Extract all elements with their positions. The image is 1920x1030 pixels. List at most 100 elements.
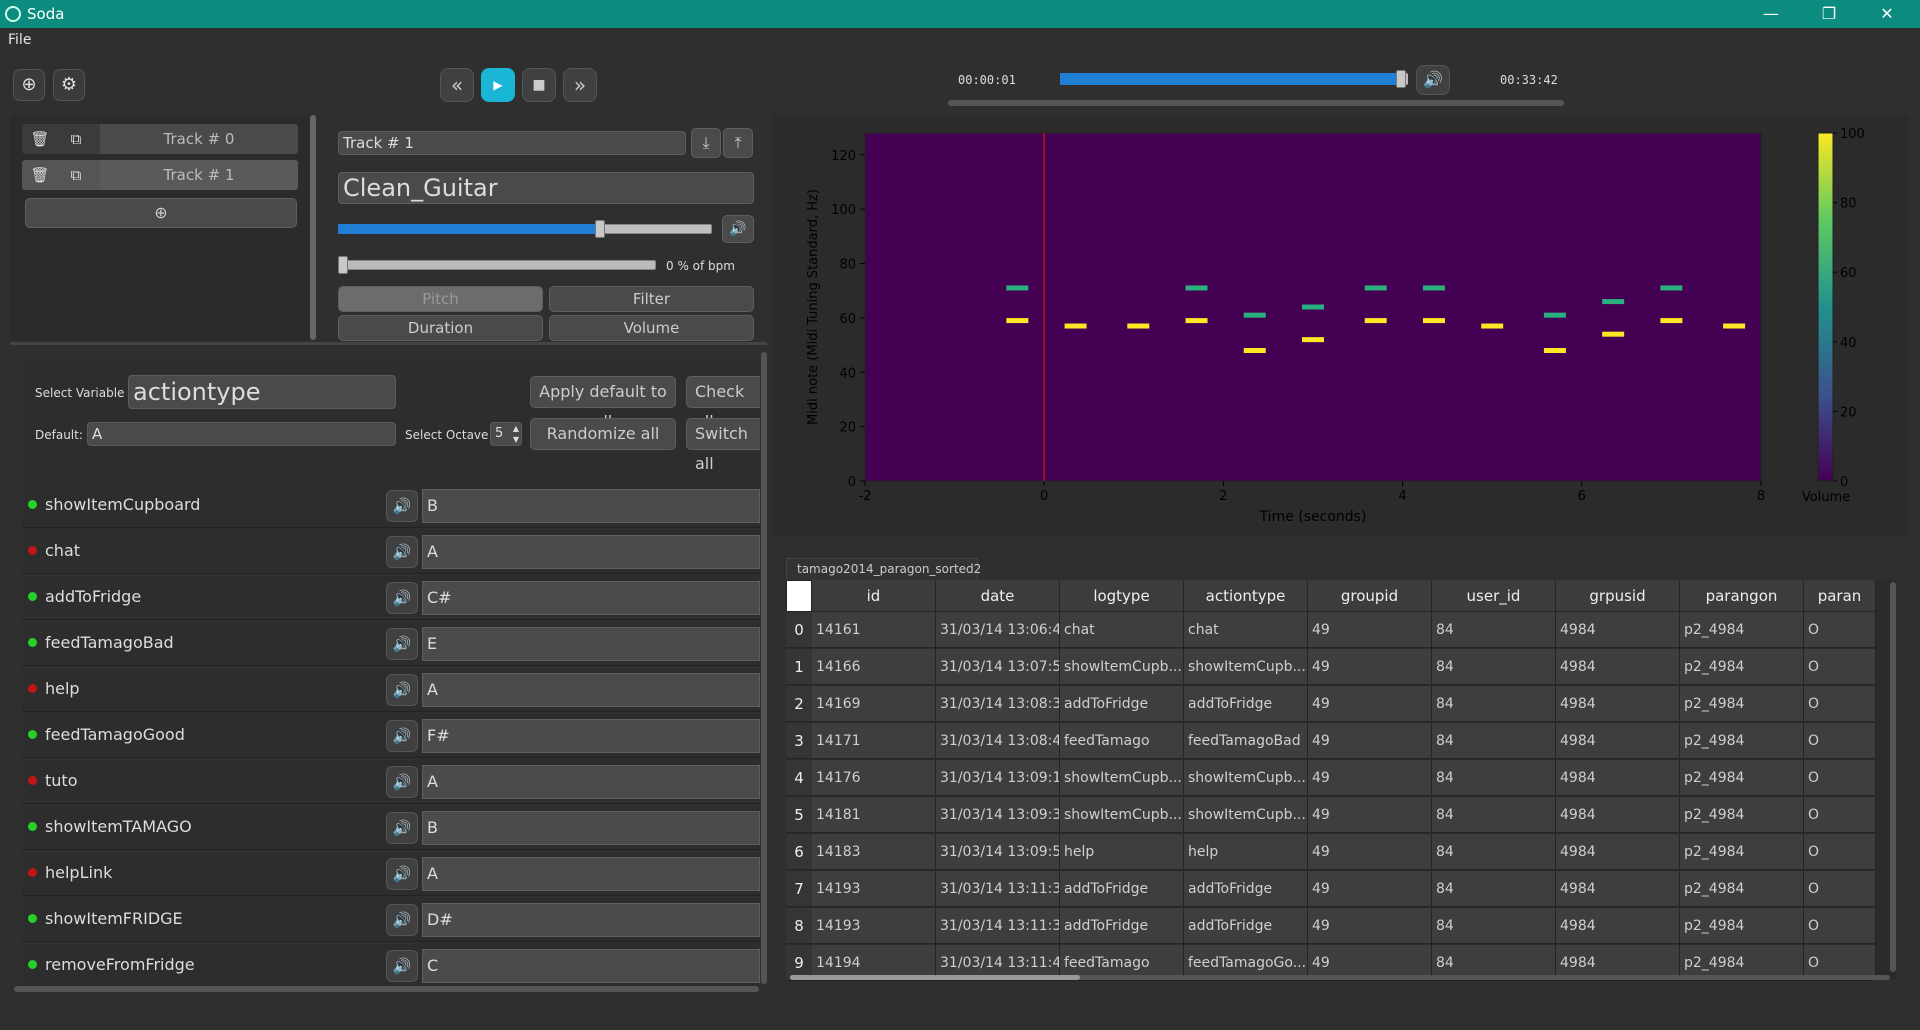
track-volume-handle[interactable] bbox=[594, 220, 605, 238]
table-cell[interactable]: showItemCupb... bbox=[1184, 797, 1308, 833]
status-dot[interactable] bbox=[28, 960, 37, 969]
track-row-0[interactable]: 🗑 ⧉ Track # 0 bbox=[22, 124, 298, 154]
note-field[interactable]: B bbox=[422, 811, 760, 845]
table-cell[interactable]: 4984 bbox=[1556, 612, 1680, 648]
bpm-handle[interactable] bbox=[338, 256, 348, 274]
randomize-all-button[interactable]: Randomize all bbox=[530, 418, 676, 450]
volume-button[interactable]: Volume bbox=[549, 315, 754, 341]
table-cell[interactable]: showItemCupb... bbox=[1184, 760, 1308, 796]
pitch-button[interactable]: Pitch bbox=[338, 286, 543, 312]
speaker-icon[interactable]: 🔊 bbox=[386, 582, 418, 614]
speaker-icon[interactable]: 🔊 bbox=[386, 812, 418, 844]
table-cell[interactable]: 84 bbox=[1432, 797, 1556, 833]
speaker-icon[interactable]: 🔊 bbox=[386, 858, 418, 890]
status-dot[interactable] bbox=[28, 868, 37, 877]
table-cell[interactable]: 49 bbox=[1308, 871, 1432, 907]
panel-splitter[interactable] bbox=[10, 342, 767, 345]
speaker-icon[interactable]: 🔊 bbox=[386, 720, 418, 752]
stop-button[interactable]: ■ bbox=[522, 68, 556, 102]
row-header[interactable]: 5 bbox=[786, 797, 812, 833]
column-header[interactable]: user_id bbox=[1432, 580, 1556, 612]
table-cell[interactable]: help bbox=[1184, 834, 1308, 870]
close-button[interactable]: ✕ bbox=[1864, 0, 1910, 28]
speaker-icon[interactable]: 🔊 bbox=[386, 766, 418, 798]
table-cell[interactable]: 49 bbox=[1308, 797, 1432, 833]
table-cell[interactable]: showItemCupb... bbox=[1060, 760, 1184, 796]
table-cell[interactable]: 84 bbox=[1432, 686, 1556, 722]
default-note-field[interactable]: A bbox=[87, 422, 396, 446]
table-cell[interactable]: 14181 bbox=[812, 797, 936, 833]
table-cell[interactable]: 14193 bbox=[812, 908, 936, 944]
status-dot[interactable] bbox=[28, 730, 37, 739]
add-track-icon[interactable]: ⊕ bbox=[13, 69, 45, 101]
table-cell[interactable]: O bbox=[1804, 834, 1876, 870]
column-header[interactable]: paran bbox=[1804, 580, 1876, 612]
table-cell[interactable]: 31/03/14 13:08:33 bbox=[936, 686, 1060, 722]
column-header[interactable]: parangon bbox=[1680, 580, 1804, 612]
table-cell[interactable]: 31/03/14 13:07:53 bbox=[936, 649, 1060, 685]
settings-gear-icon[interactable]: ⚙ bbox=[53, 69, 85, 101]
table-cell[interactable]: 49 bbox=[1308, 686, 1432, 722]
note-field[interactable]: A bbox=[422, 857, 760, 891]
variable-select[interactable]: actiontype bbox=[128, 375, 396, 409]
status-dot[interactable] bbox=[28, 822, 37, 831]
track-row-1[interactable]: 🗑 ⧉ Track # 1 bbox=[22, 160, 298, 190]
table-cell[interactable]: addToFridge bbox=[1060, 908, 1184, 944]
instrument-field[interactable]: Clean_Guitar bbox=[338, 172, 754, 204]
note-field[interactable]: C# bbox=[422, 581, 760, 615]
table-cell[interactable]: 84 bbox=[1432, 649, 1556, 685]
table-cell[interactable]: p2_4984 bbox=[1680, 686, 1804, 722]
row-header[interactable]: 6 bbox=[786, 834, 812, 870]
table-cell[interactable]: 14176 bbox=[812, 760, 936, 796]
table-file-tab[interactable]: tamago2014_paragon_sorted2 bbox=[786, 558, 981, 580]
table-cell[interactable]: p2_4984 bbox=[1680, 723, 1804, 759]
table-cell[interactable]: 49 bbox=[1308, 760, 1432, 796]
play-button[interactable]: ▶ bbox=[481, 68, 515, 102]
table-cell[interactable]: chat bbox=[1184, 612, 1308, 648]
minimize-button[interactable]: — bbox=[1748, 0, 1794, 28]
table-cell[interactable]: 14166 bbox=[812, 649, 936, 685]
duplicate-icon[interactable]: ⧉ bbox=[66, 129, 86, 149]
note-field[interactable]: D# bbox=[422, 903, 760, 937]
table-cell[interactable]: 31/03/14 13:09:36 bbox=[936, 797, 1060, 833]
table-cell[interactable]: 31/03/14 13:06:47 bbox=[936, 612, 1060, 648]
table-cell[interactable]: O bbox=[1804, 760, 1876, 796]
column-header[interactable]: logtype bbox=[1060, 580, 1184, 612]
table-cell[interactable]: showItemCupb... bbox=[1060, 649, 1184, 685]
table-hscrollbar[interactable] bbox=[790, 975, 1890, 980]
table-cell[interactable]: 49 bbox=[1308, 908, 1432, 944]
table-cell[interactable]: 84 bbox=[1432, 723, 1556, 759]
table-cell[interactable]: 4984 bbox=[1556, 908, 1680, 944]
trash-icon[interactable]: 🗑 bbox=[30, 129, 50, 149]
row-header[interactable]: 0 bbox=[786, 612, 812, 648]
table-cell[interactable]: O bbox=[1804, 871, 1876, 907]
playback-progress-handle[interactable] bbox=[1396, 70, 1407, 88]
status-dot[interactable] bbox=[28, 776, 37, 785]
track-list-scrollbar[interactable] bbox=[310, 115, 316, 340]
table-cell[interactable]: 4984 bbox=[1556, 871, 1680, 907]
speaker-icon[interactable]: 🔊 bbox=[386, 490, 418, 522]
table-cell[interactable]: 4984 bbox=[1556, 686, 1680, 722]
table-cell[interactable]: p2_4984 bbox=[1680, 797, 1804, 833]
note-field[interactable]: A bbox=[422, 673, 760, 707]
menu-file[interactable]: File bbox=[8, 32, 31, 48]
table-cell[interactable]: 84 bbox=[1432, 908, 1556, 944]
note-field[interactable]: A bbox=[422, 765, 760, 799]
table-cell[interactable]: addToFridge bbox=[1060, 686, 1184, 722]
table-cell[interactable]: addToFridge bbox=[1184, 871, 1308, 907]
table-cell[interactable]: O bbox=[1804, 723, 1876, 759]
table-cell[interactable]: 4984 bbox=[1556, 649, 1680, 685]
table-cell[interactable]: 14169 bbox=[812, 686, 936, 722]
row-header[interactable]: 3 bbox=[786, 723, 812, 759]
master-volume-speaker-icon[interactable]: 🔊 bbox=[1416, 65, 1450, 95]
duplicate-icon[interactable]: ⧉ bbox=[66, 165, 86, 185]
status-dot[interactable] bbox=[28, 592, 37, 601]
speaker-icon[interactable]: 🔊 bbox=[386, 674, 418, 706]
table-vscrollbar[interactable] bbox=[1890, 582, 1896, 972]
status-dot[interactable] bbox=[28, 684, 37, 693]
bpm-slider[interactable] bbox=[338, 260, 656, 270]
note-field[interactable]: C bbox=[422, 949, 760, 983]
table-cell[interactable]: p2_4984 bbox=[1680, 908, 1804, 944]
note-field[interactable]: A bbox=[422, 535, 760, 569]
table-cell[interactable]: 49 bbox=[1308, 612, 1432, 648]
